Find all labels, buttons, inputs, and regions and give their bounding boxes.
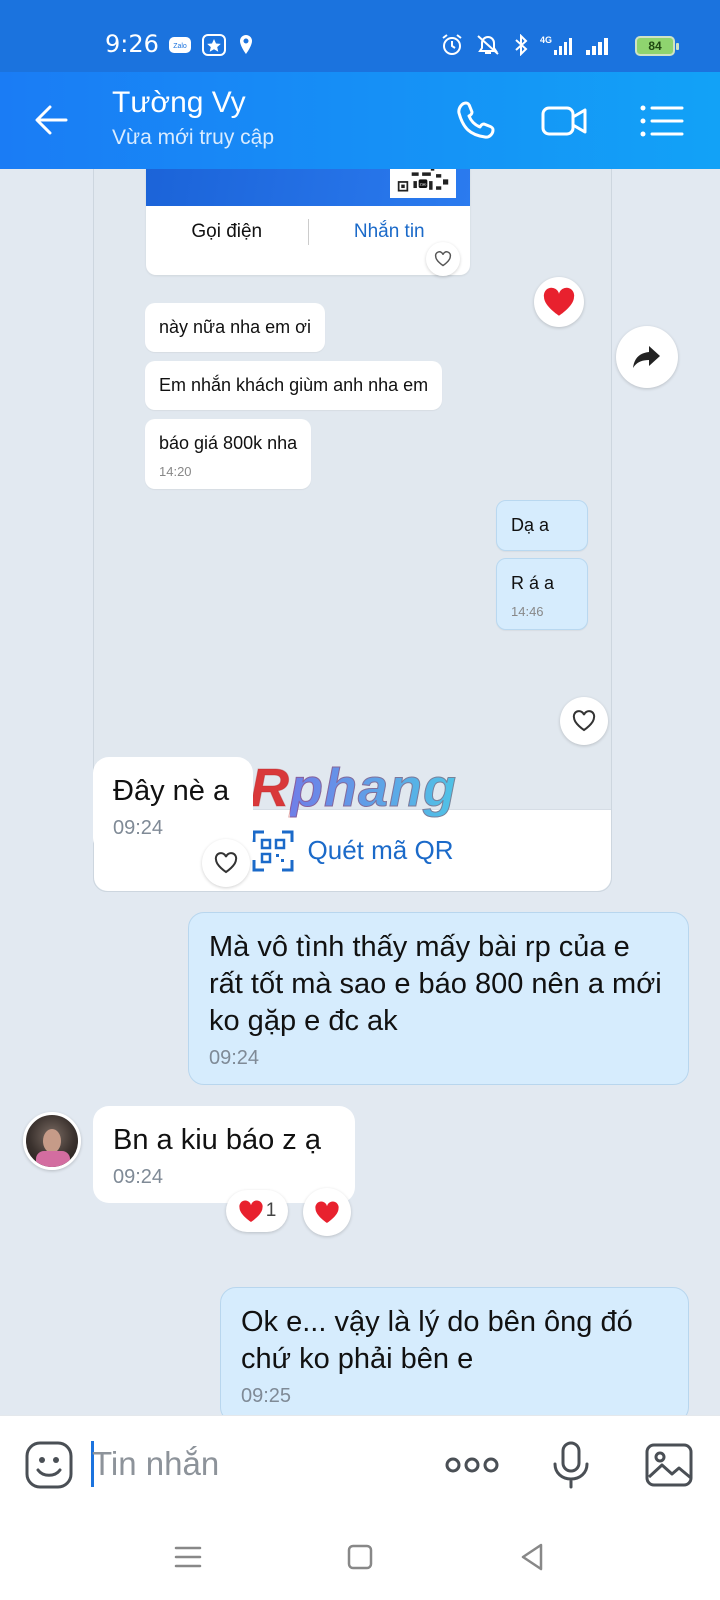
watermark-rest: phang — [290, 758, 457, 819]
red-heart-icon — [239, 1200, 263, 1222]
status-bar: 9:26 Zalo 4G 84 — [0, 0, 720, 72]
message-time: 09:24 — [209, 1047, 260, 1069]
microphone-icon[interactable] — [546, 1440, 596, 1490]
watermark-logo: Rphang — [250, 757, 457, 819]
menu-list-icon[interactable] — [636, 96, 686, 146]
signal-4g-icon: 4G — [540, 35, 572, 55]
avatar-body — [36, 1151, 70, 1167]
share-forward-icon — [633, 346, 660, 368]
like-button[interactable] — [202, 839, 250, 887]
phone-call-icon[interactable] — [452, 96, 502, 146]
message-text: Ok e... vậy là lý do bên ông đó chứ ko p… — [241, 1306, 633, 1375]
qr-code-icon: Zalo — [390, 169, 456, 198]
chat-header: Tường Vy Vừa mới truy cập — [0, 72, 720, 169]
heart-outline-icon — [434, 251, 452, 267]
recent-apps-icon[interactable] — [170, 1539, 206, 1575]
quoted-message: Em nhắn khách giùm anh nha em — [145, 361, 443, 410]
home-icon[interactable] — [342, 1539, 378, 1575]
system-back-icon[interactable] — [514, 1539, 550, 1575]
red-heart-icon — [543, 287, 575, 316]
quoted-message-text: này nữa nha em ơi — [159, 317, 311, 337]
watermark-first-letter: R — [250, 758, 290, 819]
svg-text:Zalo: Zalo — [420, 182, 427, 186]
reaction-count-badge[interactable]: 1 — [226, 1190, 288, 1232]
call-action-label: Gọi điện — [191, 221, 263, 242]
svg-text:4G: 4G — [540, 35, 552, 45]
message-bubble-mine[interactable]: Mà vô tình thấy mấy bài rp của e rất tốt… — [188, 912, 689, 1085]
heart-outline-icon — [214, 852, 238, 874]
message-input-bar — [0, 1415, 720, 1513]
quoted-like-button — [426, 242, 460, 276]
quoted-message-text: báo giá 800k nha — [159, 433, 298, 453]
quoted-message-text: Dạ a — [511, 515, 550, 535]
quoted-message-time: 14:46 — [511, 604, 544, 619]
message-text: Đây nè a — [113, 775, 230, 807]
quoted-message: này nữa nha em ơi — [145, 303, 325, 352]
contact-name[interactable]: Tường Vy — [112, 86, 246, 120]
heart-outline-icon — [572, 710, 596, 732]
battery-icon: 84 — [635, 36, 679, 56]
status-time: 9:26 — [105, 30, 159, 58]
red-heart-icon — [315, 1201, 339, 1223]
quoted-my-message: R á a 14:46 — [496, 558, 588, 630]
message-bubble[interactable]: Bn a kiu báo z ạ 09:24 — [93, 1106, 355, 1203]
message-input[interactable] — [92, 1438, 412, 1490]
message-time: 09:24 — [113, 1166, 164, 1188]
quoted-message-text: Em nhắn khách giùm anh nha em — [159, 375, 429, 395]
avatar-face — [43, 1129, 61, 1153]
star-notification-icon — [202, 34, 226, 56]
qr-scan-icon — [252, 830, 294, 871]
image-gallery-icon[interactable] — [644, 1440, 694, 1490]
like-button[interactable] — [560, 697, 608, 745]
contact-card: Zalo Gọi điện Nhắn tin — [146, 169, 470, 275]
avatar[interactable] — [23, 1112, 81, 1170]
message-time: 09:25 — [241, 1385, 292, 1407]
contact-card-banner: Zalo — [146, 169, 470, 206]
signal-icon — [586, 38, 608, 55]
sticker-emoji-icon[interactable] — [24, 1440, 74, 1490]
message-action-label: Nhắn tin — [353, 221, 425, 242]
quoted-my-message: Dạ a — [496, 500, 588, 551]
quoted-message-text: R á a — [511, 573, 555, 593]
video-call-icon[interactable] — [540, 96, 590, 146]
quoted-message-time: 14:20 — [159, 464, 192, 479]
contact-card-actions: Gọi điện Nhắn tin — [146, 206, 470, 258]
heart-reaction-button[interactable] — [303, 1188, 351, 1236]
mute-icon — [477, 35, 499, 55]
forward-button[interactable] — [616, 326, 678, 388]
chat-area[interactable]: Zalo Gọi điện Nhắn tin này nữa nha em ơi… — [0, 169, 720, 1415]
scan-qr-label: Quét mã QR — [307, 835, 454, 865]
back-arrow-icon[interactable] — [30, 98, 74, 142]
svg-text:Zalo: Zalo — [173, 43, 187, 50]
message-text: Mà vô tình thấy mấy bài rp của e rất tốt… — [209, 931, 662, 1037]
system-nav-bar — [0, 1513, 720, 1600]
more-options-icon[interactable] — [444, 1440, 500, 1490]
quoted-heart-reaction — [534, 277, 584, 327]
location-icon — [240, 35, 252, 54]
message-bubble-mine[interactable]: Ok e... vậy là lý do bên ông đó chứ ko p… — [220, 1287, 689, 1415]
message-time: 09:24 — [113, 817, 164, 839]
alarm-icon — [442, 34, 462, 55]
quoted-message: báo giá 800k nha 14:20 — [145, 419, 312, 489]
zalo-notification-icon: Zalo — [169, 37, 191, 53]
contact-status: Vừa mới truy cập — [112, 126, 275, 149]
reaction-count: 1 — [265, 1200, 277, 1221]
message-text: Bn a kiu báo z ạ — [113, 1124, 321, 1156]
bluetooth-icon — [515, 34, 528, 56]
